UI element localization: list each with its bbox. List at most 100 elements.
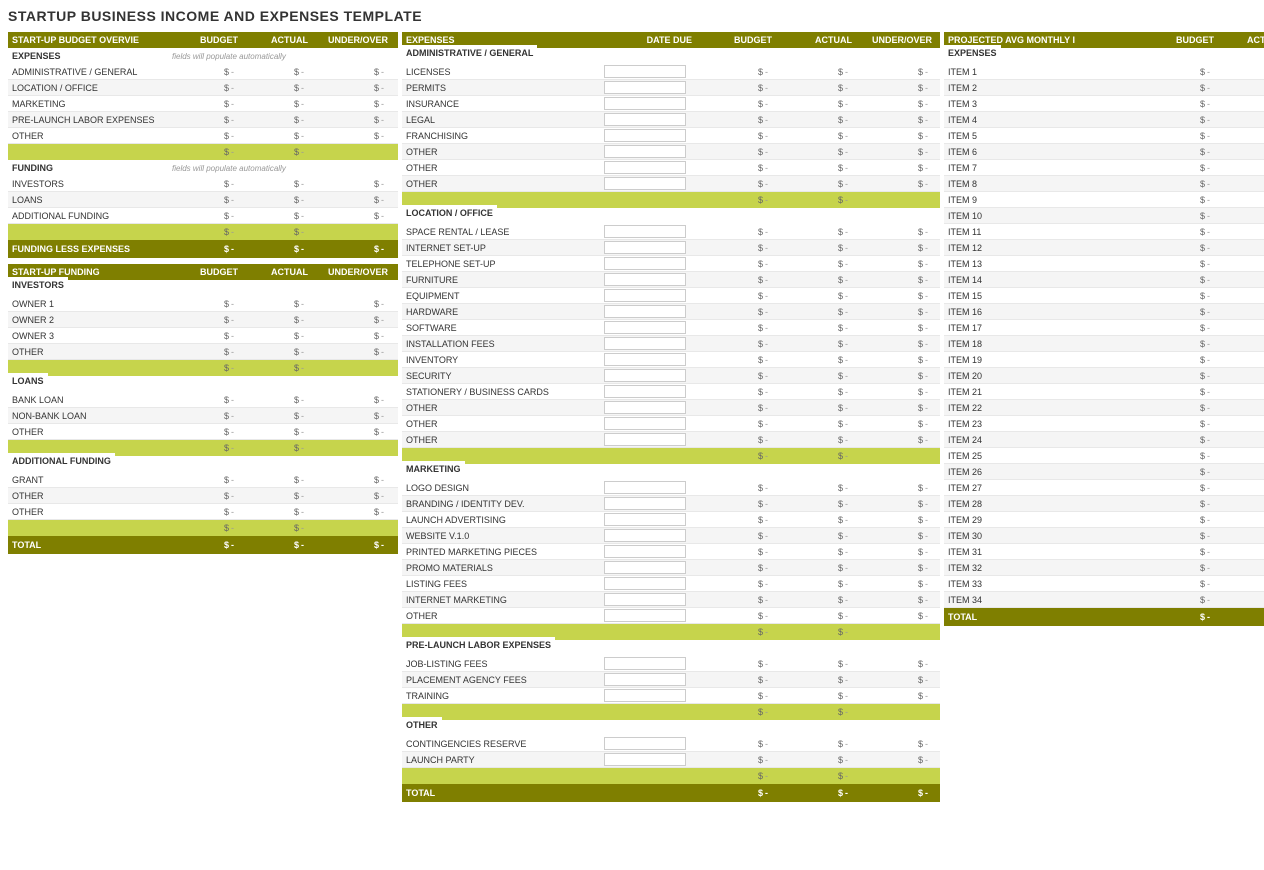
exp-row-website: WEBSITE V.1.0 $- $- $-: [402, 528, 940, 544]
exp-row-equipment: EQUIPMENT $- $- $-: [402, 288, 940, 304]
projected-item-row: ITEM 3 $- $- $-: [944, 96, 1264, 112]
exp-row-admin-other2: OTHER $- $- $-: [402, 160, 940, 176]
exp-row-licenses: LICENSES $- $- $-: [402, 64, 940, 80]
projected-item-row: ITEM 15 $- $- $-: [944, 288, 1264, 304]
exp-row-launch-party: LAUNCH PARTY $- $- $-: [402, 752, 940, 768]
investor-row-3: OTHER $- $- $-: [8, 344, 398, 360]
projected-item-row: ITEM 26 $- $- $-: [944, 464, 1264, 480]
auto-note: fields will populate automatically: [168, 50, 388, 63]
expenses-title: EXPENSES: [406, 35, 606, 45]
projected-item-row: ITEM 33 $- $- $-: [944, 576, 1264, 592]
projected-item-row: ITEM 10 $- $- $-: [944, 208, 1264, 224]
exp-row-security: SECURITY $- $- $-: [402, 368, 940, 384]
overview-expense-row-4: OTHER $- $- $-: [8, 128, 398, 144]
projected-item-row: ITEM 22 $- $- $-: [944, 400, 1264, 416]
startup-funding-title: START-UP FUNDING: [12, 267, 172, 277]
startup-funding-total: TOTAL $- $- $-: [8, 536, 398, 554]
exp-location-label: LOCATION / OFFICE: [402, 208, 940, 224]
exp-row-insurance: INSURANCE $- $- $-: [402, 96, 940, 112]
exp-row-stationery: STATIONERY / BUSINESS CARDS $- $- $-: [402, 384, 940, 400]
exp-row-loc-other3: OTHER $- $- $-: [402, 432, 940, 448]
projected-column: PROJECTED AVG MONTHLY I BUDGET ACTUAL UN…: [944, 32, 1264, 802]
overview-expense-row-2: MARKETING $- $- $-: [8, 96, 398, 112]
expenses-label: EXPENSES: [8, 48, 168, 64]
other-subtotal: $- $-: [402, 768, 940, 784]
exp-row-job-listing: JOB-LISTING FEES $- $- $-: [402, 656, 940, 672]
prelabor-subtotal: $- $-: [402, 704, 940, 720]
projected-item-row: ITEM 19 $- $- $-: [944, 352, 1264, 368]
loans-label: LOANS: [8, 376, 398, 392]
projected-title: PROJECTED AVG MONTHLY I: [948, 35, 1148, 45]
projected-item-row: ITEM 25 $- $- $-: [944, 448, 1264, 464]
loan-row-1: NON-BANK LOAN $- $- $-: [8, 408, 398, 424]
projected-item-row: ITEM 27 $- $- $-: [944, 480, 1264, 496]
exp-row-printed: PRINTED MARKETING PIECES $- $- $-: [402, 544, 940, 560]
loan-row-2: OTHER $- $- $-: [8, 424, 398, 440]
projected-item-row: ITEM 29 $- $- $-: [944, 512, 1264, 528]
exp-row-contingencies: CONTINGENCIES RESERVE $- $- $-: [402, 736, 940, 752]
overview-funding-subtotal: $- $-: [8, 224, 398, 240]
loan-row-0: BANK LOAN $- $- $-: [8, 392, 398, 408]
projected-item-row: ITEM 20 $- $- $-: [944, 368, 1264, 384]
projected-item-row: ITEM 16 $- $- $-: [944, 304, 1264, 320]
investor-row-1: OWNER 2 $- $- $-: [8, 312, 398, 328]
overview-underover-col: UNDER/OVER: [312, 35, 392, 45]
projected-expenses-label: EXPENSES: [944, 48, 1264, 64]
exp-row-inventory: INVENTORY $- $- $-: [402, 352, 940, 368]
exp-row-admin-other1: OTHER $- $- $-: [402, 144, 940, 160]
projected-item-row: ITEM 5 $- $- $-: [944, 128, 1264, 144]
projected-item-row: ITEM 7 $- $- $-: [944, 160, 1264, 176]
exp-row-software: SOFTWARE $- $- $-: [402, 320, 940, 336]
projected-item-row: ITEM 4 $- $- $-: [944, 112, 1264, 128]
projected-item-row: ITEM 31 $- $- $-: [944, 544, 1264, 560]
overview-funding-row-2: ADDITIONAL FUNDING $- $- $-: [8, 208, 398, 224]
additional-subtotal: $- $-: [8, 520, 398, 536]
exp-row-loc-other2: OTHER $- $- $-: [402, 416, 940, 432]
exp-row-telephone: TELEPHONE SET-UP $- $- $-: [402, 256, 940, 272]
projected-item-row: ITEM 8 $- $- $-: [944, 176, 1264, 192]
projected-item-row: ITEM 12 $- $- $-: [944, 240, 1264, 256]
funding-section-label: FUNDING fields will populate automatical…: [8, 160, 398, 176]
projected-item-row: ITEM 13 $- $- $-: [944, 256, 1264, 272]
overview-expense-row-3: PRE-LAUNCH LABOR EXPENSES $- $- $-: [8, 112, 398, 128]
exp-row-promo: PROMO MATERIALS $- $- $-: [402, 560, 940, 576]
overview-budget-col: BUDGET: [172, 35, 242, 45]
projected-item-row: ITEM 11 $- $- $-: [944, 224, 1264, 240]
projected-items-container: ITEM 1 $- $- $- ITEM 2 $- $- $- ITEM 3 $…: [944, 64, 1264, 608]
page-title: STARTUP BUSINESS INCOME AND EXPENSES TEM…: [8, 8, 1256, 24]
projected-item-row: ITEM 1 $- $- $-: [944, 64, 1264, 80]
overview-expenses-subtotal: $- $-: [8, 144, 398, 160]
projected-item-row: ITEM 21 $- $- $-: [944, 384, 1264, 400]
projected-total: TOTAL $- $- $-: [944, 608, 1264, 626]
exp-row-franchising: FRANCHISING $- $- $-: [402, 128, 940, 144]
exp-row-listing: LISTING FEES $- $- $-: [402, 576, 940, 592]
overview-expense-row-0: ADMINISTRATIVE / GENERAL $- $- $-: [8, 64, 398, 80]
projected-item-row: ITEM 32 $- $- $-: [944, 560, 1264, 576]
exp-row-branding: BRANDING / IDENTITY DEV. $- $- $-: [402, 496, 940, 512]
projected-item-row: ITEM 34 $- $- $-: [944, 592, 1264, 608]
projected-item-row: ITEM 17 $- $- $-: [944, 320, 1264, 336]
exp-row-placement: PLACEMENT AGENCY FEES $- $- $-: [402, 672, 940, 688]
overview-funding-row-1: LOANS $- $- $-: [8, 192, 398, 208]
additional-row-2: OTHER $- $- $-: [8, 504, 398, 520]
projected-item-row: ITEM 24 $- $- $-: [944, 432, 1264, 448]
exp-prelabor-label: PRE-LAUNCH LABOR EXPENSES: [402, 640, 940, 656]
exp-marketing-label: MARKETING: [402, 464, 940, 480]
projected-item-row: ITEM 18 $- $- $-: [944, 336, 1264, 352]
expenses-total: TOTAL $- $- $-: [402, 784, 940, 802]
projected-item-row: ITEM 2 $- $- $-: [944, 80, 1264, 96]
additional-row-1: OTHER $- $- $-: [8, 488, 398, 504]
exp-row-installation: INSTALLATION FEES $- $- $-: [402, 336, 940, 352]
additional-funding-label: ADDITIONAL FUNDING: [8, 456, 398, 472]
funding-label: FUNDING: [8, 160, 168, 176]
funding-auto-note: fields will populate automatically: [168, 162, 388, 175]
exp-row-training: TRAINING $- $- $-: [402, 688, 940, 704]
expenses-column: EXPENSES DATE DUE BUDGET ACTUAL UNDER/OV…: [402, 32, 940, 802]
exp-row-internet-mkt: INTERNET MARKETING $- $- $-: [402, 592, 940, 608]
exp-row-hardware: HARDWARE $- $- $-: [402, 304, 940, 320]
projected-item-row: ITEM 9 $- $- $-: [944, 192, 1264, 208]
projected-item-row: ITEM 14 $- $- $-: [944, 272, 1264, 288]
projected-item-row: ITEM 30 $- $- $-: [944, 528, 1264, 544]
exp-row-internet: INTERNET SET-UP $- $- $-: [402, 240, 940, 256]
overview-expense-row-1: LOCATION / OFFICE $- $- $-: [8, 80, 398, 96]
